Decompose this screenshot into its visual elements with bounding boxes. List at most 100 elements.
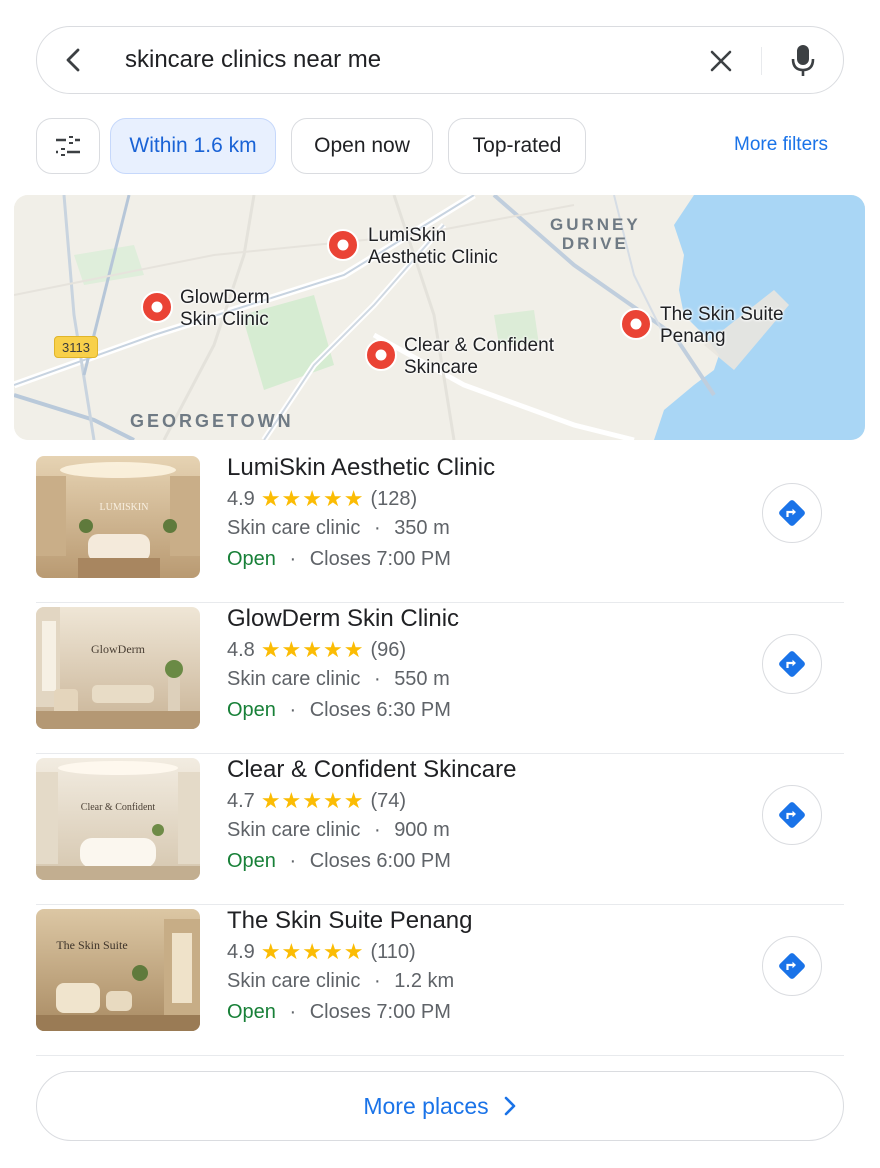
search-input[interactable] — [125, 41, 685, 79]
rating-value: 4.8 — [227, 638, 255, 661]
back-arrow-icon — [66, 48, 80, 72]
star-rating-icon: ★★★★★ — [260, 486, 365, 511]
star-rating-icon: ★★★★★ — [260, 788, 365, 813]
map-pin-icon[interactable] — [141, 291, 173, 327]
place-card-lumiskin[interactable]: LUMISKIN LumiSkin Aesthetic Clinic 4.9 ★… — [36, 452, 844, 603]
star-rating-icon: ★★★★★ — [260, 939, 365, 964]
place-card-clear-confident[interactable]: Clear & Confident Clear & Confident Skin… — [36, 754, 844, 905]
place-distance: 350 m — [394, 517, 450, 539]
place-photo[interactable]: The Skin Suite — [36, 909, 200, 1031]
microphone-icon — [791, 45, 815, 76]
directions-button[interactable] — [762, 634, 822, 694]
rating-value: 4.9 — [227, 940, 255, 963]
tune-icon — [56, 136, 80, 156]
pin-label-line: Penang — [660, 326, 726, 347]
separator-dot: · — [373, 517, 381, 539]
more-places-button[interactable]: More places — [36, 1071, 844, 1141]
map-pin-label-glowderm[interactable]: GlowDerm Skin Clinic — [180, 287, 270, 331]
thumb-sign-text: The Skin Suite — [56, 938, 127, 952]
review-count: (96) — [370, 638, 407, 661]
separator-dot: · — [373, 668, 381, 690]
separator-dot: · — [373, 970, 381, 992]
review-count: (74) — [370, 789, 407, 812]
map-view[interactable]: GURNEY DRIVE GEORGETOWN 3113 LumiSkin Ae… — [14, 195, 865, 440]
closing-time: Closes 6:30 PM — [309, 699, 451, 721]
place-photo[interactable]: Clear & Confident — [36, 758, 200, 880]
separator-dot: · — [289, 548, 297, 570]
hours-line: Open · Closes 7:00 PM — [227, 548, 451, 571]
more-places-label: More places — [363, 1092, 489, 1119]
directions-button[interactable] — [762, 936, 822, 996]
map-pin-icon[interactable] — [327, 229, 359, 265]
route-shield: 3113 — [54, 336, 98, 358]
type-distance-line: Skin care clinic · 900 m — [227, 819, 450, 842]
type-distance-line: Skin care clinic · 1.2 km — [227, 970, 454, 993]
star-rating-icon: ★★★★★ — [260, 637, 365, 662]
rating-line: 4.7 ★★★★★ (74) — [227, 788, 406, 814]
place-card-glowderm[interactable]: GlowDerm GlowDerm Skin Clinic 4.8 ★★★★★ … — [36, 603, 844, 754]
directions-icon — [779, 500, 805, 526]
type-distance-line: Skin care clinic · 350 m — [227, 517, 450, 540]
open-status: Open — [227, 699, 276, 721]
map-pin-icon[interactable] — [365, 339, 397, 375]
map-pin-label-lumiskin[interactable]: LumiSkin Aesthetic Clinic — [368, 225, 498, 269]
map-pin-label-skin-suite[interactable]: The Skin Suite Penang — [660, 304, 784, 348]
place-distance: 1.2 km — [394, 970, 455, 992]
rating-line: 4.8 ★★★★★ (96) — [227, 637, 406, 663]
open-status: Open — [227, 1001, 276, 1023]
separator-dot: · — [289, 850, 297, 872]
map-pin-icon[interactable] — [620, 308, 652, 344]
area-label-gurney-drive: GURNEY DRIVE — [550, 215, 641, 253]
rating-value: 4.9 — [227, 487, 255, 510]
pin-label-line: The Skin Suite — [660, 304, 784, 325]
place-photo[interactable]: LUMISKIN — [36, 456, 200, 578]
directions-button[interactable] — [762, 785, 822, 845]
search-divider — [761, 47, 762, 75]
area-label-drive: DRIVE — [561, 234, 629, 253]
directions-icon — [779, 651, 805, 677]
close-icon — [710, 50, 732, 72]
review-count: (128) — [370, 487, 418, 510]
place-name[interactable]: GlowDerm Skin Clinic — [227, 605, 459, 633]
type-distance-line: Skin care clinic · 550 m — [227, 668, 450, 691]
place-type: Skin care clinic — [227, 517, 361, 539]
place-name[interactable]: The Skin Suite Penang — [227, 907, 473, 935]
thumb-sign-text: GlowDerm — [91, 642, 146, 656]
directions-icon — [779, 802, 805, 828]
area-label-georgetown: GEORGETOWN — [130, 411, 294, 431]
voice-search-button[interactable] — [783, 41, 823, 81]
hours-line: Open · Closes 6:00 PM — [227, 850, 451, 873]
pin-label-line: Skincare — [404, 357, 478, 378]
place-type: Skin care clinic — [227, 668, 361, 690]
separator-dot: · — [373, 819, 381, 841]
place-photo[interactable]: GlowDerm — [36, 607, 200, 729]
place-card-skin-suite[interactable]: The Skin Suite The Skin Suite Penang 4.9… — [36, 905, 844, 1056]
area-label-gurney: GURNEY — [550, 215, 641, 234]
directions-button[interactable] — [762, 483, 822, 543]
clear-search-button[interactable] — [703, 43, 739, 79]
place-distance: 900 m — [394, 819, 450, 841]
closing-time: Closes 7:00 PM — [309, 1001, 451, 1023]
rating-line: 4.9 ★★★★★ (128) — [227, 486, 417, 512]
chip-open-now[interactable]: Open now — [291, 118, 433, 174]
directions-icon — [779, 953, 805, 979]
search-bar — [36, 26, 844, 94]
review-count: (110) — [370, 940, 416, 963]
separator-dot: · — [289, 1001, 297, 1023]
back-button[interactable] — [57, 43, 91, 77]
filter-settings-chip[interactable] — [36, 118, 100, 174]
place-name[interactable]: Clear & Confident Skincare — [227, 756, 516, 784]
chip-within-distance[interactable]: Within 1.6 km — [110, 118, 276, 174]
open-status: Open — [227, 548, 276, 570]
map-pin-label-clear-confident[interactable]: Clear & Confident Skincare — [404, 335, 554, 379]
open-status: Open — [227, 850, 276, 872]
more-filters-link[interactable]: More filters — [734, 134, 828, 156]
hours-line: Open · Closes 7:00 PM — [227, 1001, 451, 1024]
pin-label-line: GlowDerm — [180, 287, 270, 308]
rating-value: 4.7 — [227, 789, 255, 812]
place-name[interactable]: LumiSkin Aesthetic Clinic — [227, 454, 495, 482]
chip-top-rated[interactable]: Top-rated — [448, 118, 586, 174]
pin-label-line: Clear & Confident — [404, 335, 554, 356]
chevron-right-icon — [503, 1095, 517, 1117]
hours-line: Open · Closes 6:30 PM — [227, 699, 451, 722]
